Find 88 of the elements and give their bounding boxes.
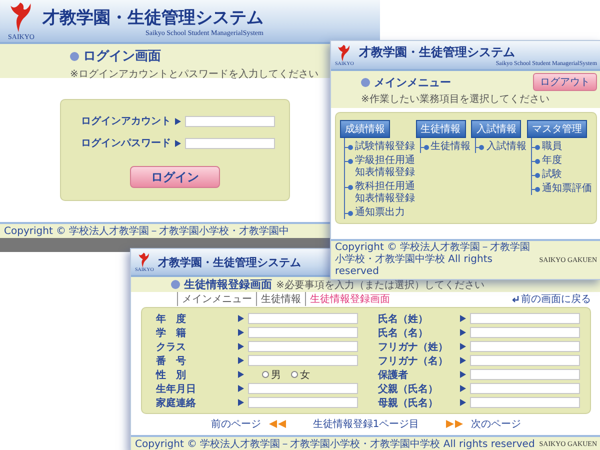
input-field[interactable]	[248, 341, 358, 352]
copyright-text: Copyright © 学校法人才教学園－才教学園小学校・才教学園中	[4, 224, 290, 238]
input-field[interactable]	[185, 116, 275, 126]
input-field[interactable]	[470, 397, 580, 408]
next-page-link[interactable]: 次のページ	[471, 416, 522, 430]
field-label: 保護者	[378, 368, 409, 382]
dot-icon	[348, 185, 353, 190]
menu-link[interactable]: 通知票評価	[542, 183, 592, 195]
input-field[interactable]	[248, 397, 358, 408]
radio-button[interactable]: 女	[291, 368, 310, 382]
radio-button[interactable]: 男	[262, 368, 281, 382]
input-field[interactable]	[470, 355, 580, 366]
menu-link[interactable]: 試験	[542, 169, 562, 181]
field-label: ログインパスワード	[81, 137, 171, 150]
instruction-text: ※必要事項を入力（または選択）してください	[276, 278, 484, 292]
group-heading: 生徒情報	[416, 120, 466, 138]
dot-icon	[534, 173, 540, 178]
login-button[interactable]: ログイン	[130, 166, 220, 188]
breadcrumb-link[interactable]: メインメニュー	[177, 292, 256, 306]
input-field[interactable]	[470, 327, 580, 338]
field-label: 番 号	[156, 354, 187, 368]
page-indicator: 生徒情報登録1ページ目	[312, 418, 420, 430]
field-label: 年 度	[156, 312, 187, 326]
group-heading: マスタ管理	[526, 120, 587, 138]
input-field[interactable]	[248, 355, 358, 366]
bullet-icon	[171, 280, 180, 289]
arrow-icon	[175, 118, 181, 124]
menu-link[interactable]: 生徒情報	[430, 141, 471, 153]
field-label: 母親（氏名）	[378, 396, 439, 410]
double-right-arrow-icon	[445, 420, 464, 428]
bird-icon	[138, 252, 150, 268]
menu-link[interactable]: 年度	[542, 155, 562, 167]
menu-link[interactable]: 学級担任用通知表情報登録	[355, 155, 415, 179]
field-label: 家庭連絡	[156, 396, 197, 410]
dot-icon	[348, 159, 353, 164]
dot-icon	[534, 187, 540, 192]
page-title: メインメニュー	[374, 74, 451, 90]
page-title: ログイン画面	[83, 48, 161, 65]
input-field[interactable]	[470, 383, 580, 394]
bullet-icon	[70, 52, 79, 60]
field-label: 学 籍	[156, 326, 187, 340]
instruction-text: ※ログインアカウントとパスワードを入力してください	[70, 68, 318, 81]
input-field[interactable]	[470, 369, 580, 380]
group-heading: 入試情報	[471, 120, 522, 138]
instruction-text: ※作業したい業務項目を選択してください	[361, 92, 550, 106]
field-label: 氏名（名）	[378, 326, 429, 340]
breadcrumb-link[interactable]: 生徒情報	[256, 292, 305, 306]
app-title: 才教学園・生徒管理システム	[42, 6, 264, 28]
previous-page-link[interactable]: 前のページ	[210, 416, 261, 430]
menu-link[interactable]: 試験情報登録	[355, 141, 415, 153]
group-heading: 成績情報	[340, 120, 390, 138]
dot-icon	[479, 145, 484, 150]
arrow-icon	[175, 140, 181, 146]
bullet-icon	[361, 78, 370, 86]
input-field[interactable]	[470, 341, 580, 352]
return-icon	[511, 295, 519, 303]
field-label: 生年月日	[156, 382, 197, 396]
menu-link[interactable]: 教科担任用通知表情報登録	[355, 181, 415, 205]
double-left-arrow-icon	[268, 420, 287, 428]
menu-link[interactable]: 職員	[542, 141, 562, 153]
dot-icon	[348, 211, 353, 216]
input-field[interactable]	[185, 138, 275, 148]
field-label: 氏名（姓）	[378, 312, 429, 326]
field-label: ログインアカウント	[81, 115, 171, 128]
dot-icon	[424, 145, 429, 150]
app-title: 才教学園・生徒管理システム	[358, 44, 516, 60]
logout-button[interactable]: ログアウト	[533, 73, 597, 91]
menu-link[interactable]: 入試情報	[486, 141, 526, 153]
bird-icon	[337, 44, 352, 62]
field-label: 父親（氏名）	[378, 382, 439, 396]
dot-icon	[348, 145, 353, 150]
input-field[interactable]	[248, 313, 358, 324]
dot-icon	[534, 159, 540, 164]
copyright-text: Copyright © 学校法人才教学園－才教学園小学校・才教学園中学校 All rights reserved	[335, 242, 532, 278]
copyright-text: Copyright © 学校法人才教学園－才教学園小学校・才教学園中学校 All rights reserved	[135, 438, 536, 450]
breadcrumb-link[interactable]: 生徒情報登録画面	[305, 292, 394, 306]
input-field[interactable]	[248, 383, 358, 394]
dot-icon	[534, 145, 540, 150]
page-title: 生徒情報登録画面	[184, 277, 272, 292]
input-field[interactable]	[470, 313, 580, 324]
back-link[interactable]: 前の画面に戻る	[521, 292, 591, 306]
field-label: フリガナ（姓）	[378, 340, 449, 354]
app-title: 才教学園・生徒管理システム	[158, 254, 301, 270]
field-label: 性 別	[156, 368, 187, 382]
field-label: フリガナ（名）	[378, 354, 449, 368]
field-label: クラス	[156, 340, 187, 354]
input-field[interactable]	[248, 327, 358, 338]
menu-link[interactable]: 通知票出力	[355, 207, 405, 219]
